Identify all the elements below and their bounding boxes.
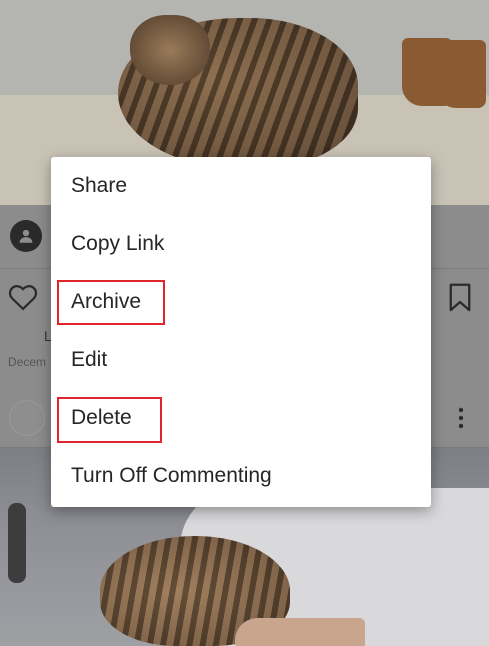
menu-item-edit[interactable]: Edit bbox=[51, 331, 431, 389]
menu-item-archive[interactable]: Archive bbox=[51, 273, 431, 331]
hand-image bbox=[235, 618, 365, 646]
bookmark-icon[interactable] bbox=[448, 283, 472, 313]
menu-item-turn-off-commenting[interactable]: Turn Off Commenting bbox=[51, 447, 431, 505]
cat-image-head bbox=[130, 15, 210, 85]
boot-image bbox=[436, 40, 486, 108]
post-date: Decem bbox=[8, 355, 47, 369]
heart-icon[interactable] bbox=[8, 283, 38, 311]
avatar-icon[interactable] bbox=[10, 220, 42, 252]
menu-item-copy-link[interactable]: Copy Link bbox=[51, 215, 431, 273]
post-options-menu: Share Copy Link Archive Edit Delete Turn… bbox=[51, 157, 431, 507]
more-icon[interactable] bbox=[455, 406, 467, 430]
cable-image bbox=[8, 503, 26, 583]
comment-avatar[interactable] bbox=[9, 400, 45, 436]
menu-item-delete[interactable]: Delete bbox=[51, 389, 431, 447]
menu-item-share[interactable]: Share bbox=[51, 157, 431, 215]
